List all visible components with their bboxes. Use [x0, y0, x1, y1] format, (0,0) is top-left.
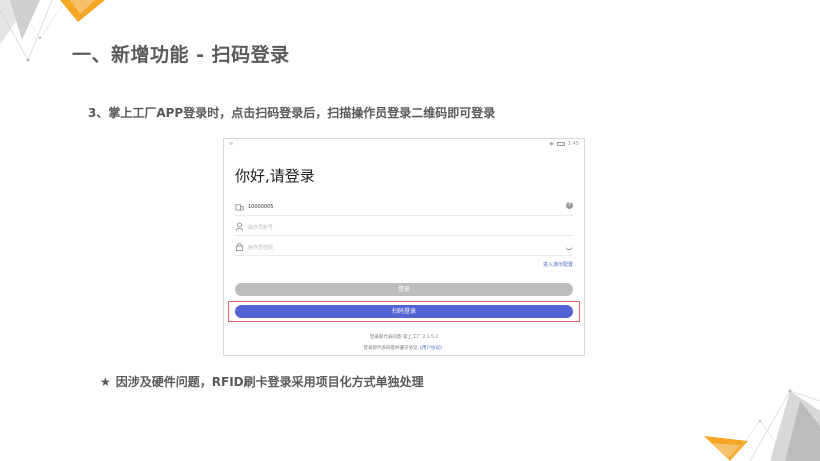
operator-placeholder: 操作员账号	[248, 225, 274, 231]
user-icon	[235, 222, 244, 231]
login-greeting: 你好,请登录	[235, 167, 315, 185]
status-bar: ≋ ◉ 1:45	[224, 139, 584, 151]
scan-login-button[interactable]: 扫码登录	[235, 305, 573, 318]
slide-title: 一、新增功能 - 扫码登录	[72, 44, 290, 66]
footer-agreement-prefix: 登录即代表同意并遵守协议	[363, 346, 418, 351]
footer-version: 登录即代表同意-掌上工厂 2.1.5.2	[369, 335, 439, 340]
phone-login-screenshot: ≋ ◉ 1:45 你好,请登录 10000005 ? 操作员账号 操作员密码 进…	[223, 138, 585, 356]
step-description: 3、掌上工厂APP登录时，点击扫码登录后，扫描操作员登录二维码即可登录	[88, 106, 496, 120]
question-circle-icon[interactable]: ?	[566, 202, 573, 209]
password-field[interactable]: 操作员密码	[235, 239, 573, 256]
login-button[interactable]: 登录	[235, 283, 573, 296]
operator-field[interactable]: 操作员账号	[235, 219, 573, 236]
demo-config-link[interactable]: 进入演示配置	[543, 261, 573, 268]
account-field[interactable]: 10000005 ?	[235, 199, 573, 216]
note-text: 因涉及硬件问题，RFID刷卡登录采用项目化方式单独处理	[115, 375, 424, 389]
bottom-right-decoration	[704, 389, 820, 461]
lock-icon	[235, 243, 244, 251]
hardware-note: ★ 因涉及硬件问题，RFID刷卡登录采用项目化方式单独处理	[100, 373, 424, 390]
password-placeholder: 操作员密码	[248, 245, 274, 251]
status-time: 1:45	[567, 141, 579, 147]
user-agreement-link[interactable]: 《用户协议》	[418, 346, 445, 351]
eye-closed-icon[interactable]	[565, 244, 573, 250]
star-icon: ★	[100, 375, 111, 389]
building-icon	[235, 204, 244, 211]
account-value: 10000005	[248, 204, 274, 210]
footer-agreement: 登录即代表同意并遵守协议《用户协议》	[224, 345, 584, 351]
location-icon: ◉	[549, 141, 554, 147]
wifi-icon: ≋	[229, 141, 234, 147]
battery-icon	[556, 142, 565, 146]
